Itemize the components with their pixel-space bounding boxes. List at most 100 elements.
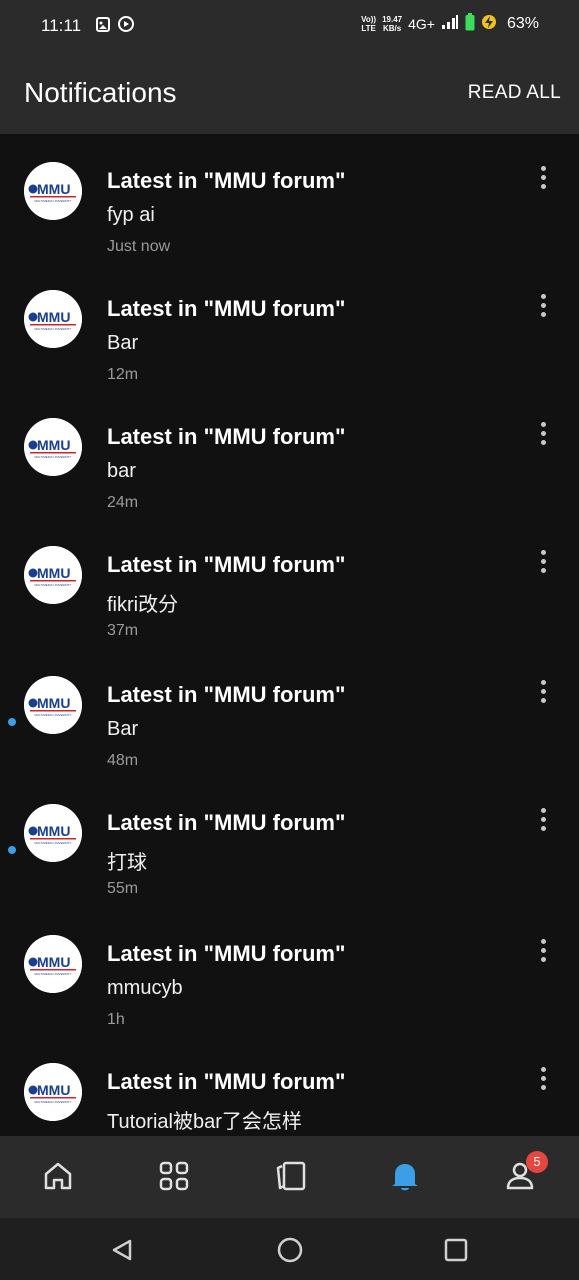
more-vert-icon	[540, 422, 546, 427]
bottom-nav	[0, 1136, 579, 1218]
notification-title: Latest in "MMU forum"	[107, 424, 346, 449]
more-options-button[interactable]	[533, 680, 553, 710]
network-speed: 19.47	[382, 14, 403, 24]
notification-body: Bar	[107, 718, 139, 740]
more-vert-icon	[540, 166, 546, 171]
notification-title: Latest in "MMU forum"	[107, 941, 346, 966]
notification-item[interactable]: MMU MULTIMEDIA UNIVERSITY Latest in "MMU…	[0, 518, 579, 646]
notification-time: 48m	[107, 752, 139, 769]
notification-body: fyp ai	[107, 204, 155, 226]
avatar: MMU MULTIMEDIA UNIVERSITY	[24, 290, 82, 348]
notification-item[interactable]: MMU MULTIMEDIA UNIVERSITY Latest in "MMU…	[0, 907, 579, 1035]
battery-icon	[465, 13, 475, 34]
unread-dot	[8, 718, 16, 726]
status-time: 11:11	[41, 16, 82, 35]
unread-dot	[8, 846, 16, 854]
avatar: MMU MULTIMEDIA UNIVERSITY	[24, 1063, 82, 1121]
charging-icon	[481, 14, 497, 33]
cards-icon	[276, 1161, 306, 1191]
notification-body: mmucyb	[107, 977, 183, 999]
network-type: 4G+	[408, 15, 435, 32]
notification-title: Latest in "MMU forum"	[107, 810, 346, 835]
notification-body: Tutorial被bar了会怎样	[107, 1111, 302, 1133]
more-options-button[interactable]	[533, 550, 553, 580]
notification-title: Latest in "MMU forum"	[107, 168, 346, 193]
more-vert-icon	[540, 294, 546, 299]
more-options-button[interactable]	[533, 294, 553, 324]
avatar: MMU MULTIMEDIA UNIVERSITY	[24, 804, 82, 862]
more-options-button[interactable]	[533, 808, 553, 838]
avatar: MMU MULTIMEDIA UNIVERSITY	[24, 546, 82, 604]
more-options-button[interactable]	[533, 939, 553, 969]
notification-title: Latest in "MMU forum"	[107, 682, 346, 707]
more-options-button[interactable]	[533, 166, 553, 196]
notification-time: Just now	[107, 238, 171, 255]
avatar: MMU MULTIMEDIA UNIVERSITY	[24, 418, 82, 476]
notification-item[interactable]: MMU MULTIMEDIA UNIVERSITY Latest in "MMU…	[0, 776, 579, 904]
recents-icon	[444, 1238, 468, 1262]
battery-percent: 63%	[506, 14, 539, 32]
notification-time: 24m	[107, 494, 139, 511]
more-options-button[interactable]	[533, 422, 553, 452]
back-button[interactable]	[108, 1236, 136, 1264]
logo-subtext: MULTIMEDIA UNIVERSITY	[35, 972, 72, 976]
grid-icon	[159, 1161, 189, 1191]
logo-text: MMU	[37, 823, 70, 839]
logo-text: MMU	[37, 1082, 70, 1098]
notification-body: 打球	[107, 852, 147, 874]
page-title: Notifications	[24, 77, 177, 108]
more-vert-icon	[540, 808, 546, 813]
logo-subtext: MULTIMEDIA UNIVERSITY	[35, 327, 72, 331]
notification-title: Latest in "MMU forum"	[107, 1069, 346, 1094]
logo-subtext: MULTIMEDIA UNIVERSITY	[35, 1100, 72, 1104]
home-circle-icon	[277, 1237, 303, 1263]
logo-text: MMU	[37, 437, 70, 453]
logo-subtext: MULTIMEDIA UNIVERSITY	[35, 713, 72, 717]
volte-top: Vo))	[361, 14, 377, 24]
logo-subtext: MULTIMEDIA UNIVERSITY	[35, 455, 72, 459]
notification-body: fikri改分	[107, 594, 179, 616]
signal-icon	[441, 14, 459, 33]
notification-item[interactable]: MMU MULTIMEDIA UNIVERSITY Latest in "MMU…	[0, 1035, 579, 1136]
nav-home-button[interactable]	[38, 1156, 78, 1196]
more-vert-icon	[540, 939, 546, 944]
nav-notifications-button[interactable]	[385, 1156, 425, 1196]
notification-title: Latest in "MMU forum"	[107, 552, 346, 577]
profile-badge: 5	[526, 1151, 548, 1173]
avatar: MMU MULTIMEDIA UNIVERSITY	[24, 935, 82, 993]
logo-text: MMU	[37, 954, 70, 970]
notification-time: 55m	[107, 880, 139, 897]
avatar: MMU MULTIMEDIA UNIVERSITY	[24, 676, 82, 734]
logo-subtext: MULTIMEDIA UNIVERSITY	[35, 583, 72, 587]
recents-button[interactable]	[442, 1236, 470, 1264]
status-bar: 11:11 Vo)) LTE 19.47 KB/s 4G+ 63%	[0, 0, 579, 52]
bell-icon	[392, 1164, 418, 1191]
volte-bottom: LTE	[361, 23, 376, 33]
notification-item[interactable]: MMU MULTIMEDIA UNIVERSITY Latest in "MMU…	[0, 390, 579, 518]
more-vert-icon	[540, 680, 546, 685]
logo-subtext: MULTIMEDIA UNIVERSITY	[35, 841, 72, 845]
notification-item[interactable]: MMU MULTIMEDIA UNIVERSITY Latest in "MMU…	[0, 262, 579, 390]
notification-body: bar	[107, 460, 136, 482]
logo-subtext: MULTIMEDIA UNIVERSITY	[35, 199, 72, 203]
notification-time: 1h	[107, 1011, 125, 1028]
logo-text: MMU	[37, 181, 70, 197]
notification-item[interactable]: MMU MULTIMEDIA UNIVERSITY Latest in "MMU…	[0, 648, 579, 776]
avatar: MMU MULTIMEDIA UNIVERSITY	[24, 162, 82, 220]
logo-text: MMU	[37, 565, 70, 581]
app-bar: Notifications READ ALL	[0, 52, 579, 134]
notification-list[interactable]: MMU MULTIMEDIA UNIVERSITY Latest in "MMU…	[0, 134, 579, 1136]
image-icon	[96, 16, 110, 37]
back-icon	[112, 1239, 132, 1261]
system-home-button[interactable]	[276, 1236, 304, 1264]
notification-time: 37m	[107, 622, 139, 639]
system-nav	[0, 1218, 579, 1280]
read-all-button[interactable]: READ ALL	[468, 82, 561, 104]
more-options-button[interactable]	[533, 1067, 553, 1097]
logo-text: MMU	[37, 309, 70, 325]
more-vert-icon	[540, 550, 546, 555]
nav-cards-button[interactable]	[270, 1156, 310, 1196]
logo-text: MMU	[37, 695, 70, 711]
nav-categories-button[interactable]	[154, 1156, 194, 1196]
notification-item[interactable]: MMU MULTIMEDIA UNIVERSITY Latest in "MMU…	[0, 134, 579, 262]
